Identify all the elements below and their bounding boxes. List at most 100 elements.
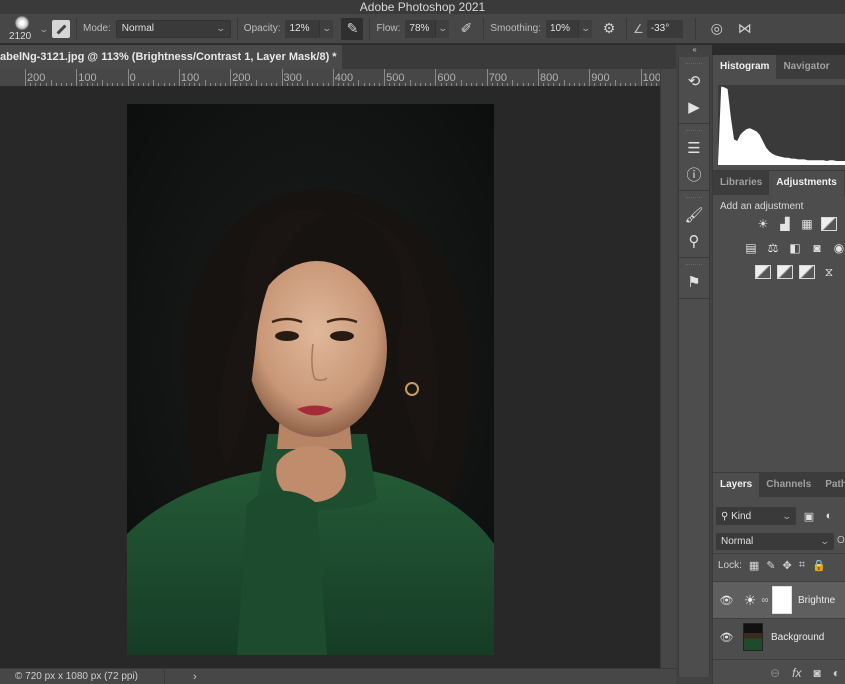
layer-name[interactable]: Background	[771, 632, 824, 643]
smoothing-slider-toggle[interactable]: ⌄	[577, 19, 592, 38]
ruler-major-tick	[538, 69, 539, 86]
properties-sliders-icon[interactable]: ☰	[681, 135, 707, 161]
grip-handle[interactable]	[686, 197, 702, 199]
layers-footer: ⊖ fx ◙ ◐	[713, 659, 845, 684]
ruler-minor-tick	[461, 80, 463, 86]
actions-play-icon[interactable]: ▶	[681, 94, 707, 120]
tab-navigator[interactable]: Navigator	[776, 55, 836, 79]
pressure-opacity-icon[interactable]: ✎	[341, 17, 364, 40]
eye-icon[interactable]: 👁	[713, 631, 740, 644]
flow-input[interactable]: 78%	[405, 19, 436, 38]
horizontal-ruler[interactable]: 200 100 0 100 200 300 400 500 600 700 800 900 100	[0, 69, 660, 87]
grip-handle[interactable]	[686, 130, 702, 132]
color-balance-icon[interactable]: ⚖	[765, 241, 781, 255]
lock-all-icon[interactable]: 🔒	[812, 559, 826, 572]
smoothing-input[interactable]: 10%	[545, 19, 578, 38]
tab-histogram[interactable]: Histogram	[713, 55, 777, 79]
levels-icon[interactable]: ▟	[777, 217, 793, 231]
eye-icon[interactable]: 👁	[713, 594, 740, 607]
layer-opacity-label: Op	[837, 535, 845, 546]
pixel-filter-icon[interactable]: ▣	[802, 510, 816, 523]
histogram-panel: Histogram Navigator	[712, 55, 845, 170]
adjustments-title: Add an adjustment	[720, 201, 804, 212]
tool-presets-icon[interactable]: ⚲	[681, 228, 707, 254]
hue-saturation-icon[interactable]: ▤	[743, 241, 759, 255]
search-icon: ⚲	[721, 510, 729, 522]
layer-row[interactable]: 👁 ☀ ∞ Brightne	[713, 581, 845, 618]
smoothing-gear-icon[interactable]: ⚙	[598, 18, 620, 40]
tab-adjustments[interactable]: Adjustments	[769, 171, 844, 195]
channel-mixer-icon[interactable]: ◉	[831, 241, 845, 255]
new-adjustment-icon[interactable]: ◐	[833, 666, 840, 680]
histogram-graph	[718, 85, 845, 165]
adjustment-filter-icon[interactable]: ◐	[822, 510, 836, 522]
fx-icon[interactable]: fx	[792, 666, 801, 680]
black-white-icon[interactable]: ◧	[787, 241, 803, 255]
document-dimensions: © 720 px x 1080 px (72 ppi)	[15, 671, 139, 682]
flow-slider-toggle[interactable]: ⌄	[435, 19, 450, 38]
grip-handle[interactable]	[686, 63, 702, 65]
lock-artboard-icon[interactable]: ⌗	[799, 559, 805, 572]
vertical-scrollbar[interactable]	[660, 69, 676, 668]
ruler-minor-tick	[522, 83, 524, 86]
ruler-minor-tick	[266, 83, 268, 86]
grip-handle[interactable]	[686, 264, 702, 266]
ruler-minor-tick	[414, 83, 416, 86]
clone-source-icon[interactable]: ⚑	[681, 269, 707, 295]
photo-filter-icon[interactable]: ◙	[809, 241, 825, 255]
lock-transparent-icon[interactable]: ▦	[749, 559, 759, 572]
link-icon[interactable]: ∞	[760, 595, 770, 606]
brush-preset-picker[interactable]: 2120 ⌄	[4, 14, 49, 44]
tab-layers[interactable]: Layers	[713, 473, 760, 497]
tab-channels[interactable]: Channels	[759, 473, 818, 497]
document-image[interactable]	[127, 104, 494, 655]
filter-kind-dropdown[interactable]: ⚲ Kind ⌄	[716, 507, 796, 525]
tab-paths[interactable]: Path	[818, 473, 845, 497]
lock-image-icon[interactable]: ✎	[766, 559, 775, 572]
ruler-minor-tick	[245, 83, 247, 86]
layer-name[interactable]: Brightne	[798, 595, 835, 606]
lock-position-icon[interactable]: ✥	[783, 559, 792, 572]
info-icon[interactable]: ⓘ	[681, 161, 707, 187]
brightness-contrast-icon[interactable]: ☀	[755, 217, 771, 231]
ruler-minor-tick	[373, 83, 375, 86]
ruler-minor-tick	[358, 80, 360, 86]
ruler-minor-tick	[645, 83, 647, 86]
blend-mode-dropdown[interactable]: Normal ⌄	[716, 533, 834, 550]
collapse-panels-button[interactable]: ‹‹	[676, 45, 712, 55]
airbrush-icon[interactable]: ✐	[455, 18, 477, 40]
tab-libraries[interactable]: Libraries	[713, 171, 769, 195]
ruler-minor-tick	[312, 83, 314, 86]
ruler-minor-tick	[630, 83, 632, 86]
invert-icon[interactable]	[755, 265, 771, 279]
history-icon[interactable]: ⟲	[681, 68, 707, 94]
angle-input[interactable]: -33°	[646, 19, 683, 38]
opacity-slider-toggle[interactable]: ⌄	[319, 19, 334, 38]
brush-settings-icon[interactable]	[52, 19, 70, 38]
curves-icon[interactable]: ▦	[799, 217, 815, 231]
pressure-size-icon[interactable]: ◎	[706, 18, 728, 40]
ruler-minor-tick	[430, 83, 432, 86]
add-mask-icon[interactable]: ◙	[814, 666, 821, 680]
adjustments-panel: Libraries Adjustments Add an adjustment …	[712, 170, 845, 472]
posterize-icon[interactable]	[777, 265, 793, 279]
symmetry-icon[interactable]: ⋈	[734, 18, 756, 40]
exposure-icon[interactable]	[821, 217, 837, 231]
canvas-area[interactable]	[0, 87, 660, 668]
ruler-minor-tick	[45, 83, 47, 86]
ruler-minor-tick	[132, 83, 134, 86]
ruler-minor-tick	[655, 83, 657, 86]
document-tab[interactable]: abelNg-3121.jpg @ 113% (Brightness/Contr…	[0, 45, 342, 69]
layer-filter-bar: ⚲ Kind ⌄ ▣ ◐	[716, 507, 836, 525]
threshold-icon[interactable]	[799, 265, 815, 279]
layer-row[interactable]: 👁 Background	[713, 618, 845, 655]
ruler-minor-tick	[476, 83, 478, 86]
link-layers-icon[interactable]: ⊖	[770, 666, 780, 680]
brush-presets-icon[interactable]: 🖌	[681, 202, 707, 228]
status-menu-arrow[interactable]: ›	[193, 671, 197, 683]
opacity-input[interactable]: 12%	[285, 19, 320, 38]
layer-mask-thumbnail[interactable]	[772, 586, 792, 614]
gradient-map-icon[interactable]: ⧖	[821, 265, 837, 279]
ruler-minor-tick	[142, 83, 144, 86]
mode-dropdown[interactable]: Normal ⌄	[115, 19, 231, 38]
